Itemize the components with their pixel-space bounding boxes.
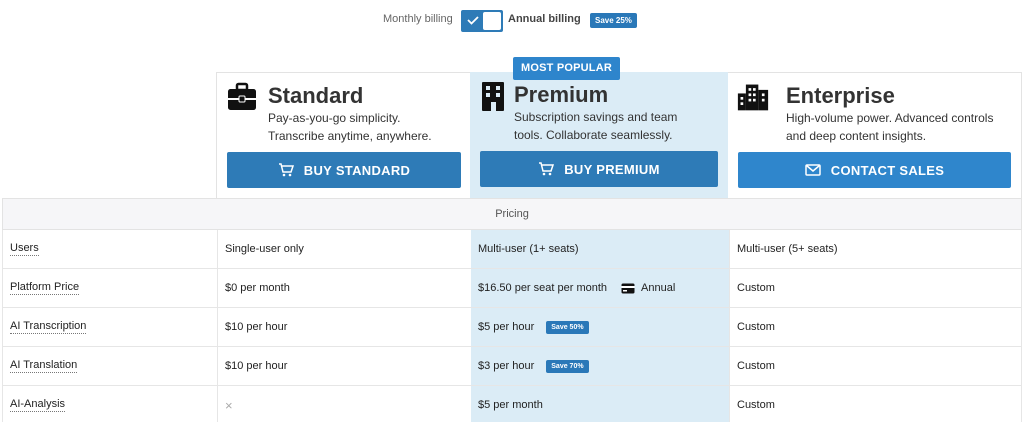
plan-description-line: Pay-as-you-go simplicity.	[268, 109, 432, 127]
plan-premium: Premium Subscription savings and team to…	[470, 72, 728, 198]
city-icon	[737, 81, 769, 113]
row-label[interactable]: Platform Price	[10, 269, 217, 307]
plan-description-line: Transcribe anytime, anywhere.	[268, 127, 432, 145]
pricing-section-header: Pricing	[2, 198, 1022, 230]
standard-value: $0 per month	[217, 269, 471, 307]
check-icon	[466, 13, 480, 27]
cross-icon: ×	[225, 398, 233, 413]
enterprise-value: Custom	[729, 269, 1023, 307]
plan-standard: Standard Pay-as-you-go simplicity. Trans…	[216, 72, 470, 198]
table-row: AI Translation $10 per hour $3 per hour …	[2, 347, 1022, 386]
premium-value-text: $5 per hour	[478, 321, 534, 333]
enterprise-value: Custom	[729, 347, 1023, 385]
premium-value: $16.50 per seat per month Annual	[471, 269, 729, 307]
enterprise-value: Multi-user (5+ seats)	[729, 230, 1023, 268]
save-badge: Save 70%	[546, 360, 588, 373]
row-label-text: Users	[10, 242, 39, 256]
toggle-knob	[483, 12, 501, 30]
most-popular-badge: MOST POPULAR	[513, 57, 620, 80]
briefcase-icon	[226, 81, 258, 113]
standard-value: $10 per hour	[217, 347, 471, 385]
standard-value: ×	[217, 386, 471, 422]
plan-description-line: High-volume power. Advanced controls	[786, 109, 993, 127]
premium-value: $5 per hour Save 50%	[471, 308, 729, 346]
button-label: CONTACT SALES	[831, 163, 944, 178]
enterprise-value: Custom	[729, 386, 1023, 422]
plan-name: Premium	[514, 82, 608, 108]
billing-toggle-bar: Monthly billing Annual billing Save 25%	[0, 10, 1024, 32]
row-label-text: AI-Analysis	[10, 398, 65, 412]
billing-toggle-switch[interactable]	[461, 10, 503, 32]
premium-value: $3 per hour Save 70%	[471, 347, 729, 385]
save-badge: Save 25%	[590, 13, 637, 28]
cart-icon	[278, 163, 294, 177]
row-label[interactable]: AI-Analysis	[10, 386, 217, 422]
row-label-text: Platform Price	[10, 281, 79, 295]
save-badge: Save 50%	[546, 321, 588, 334]
plan-description: Pay-as-you-go simplicity. Transcribe any…	[268, 109, 432, 145]
plan-description-line: tools. Collaborate seamlessly.	[514, 126, 677, 144]
button-label: BUY STANDARD	[304, 163, 410, 178]
plan-name: Enterprise	[786, 83, 895, 109]
plan-name: Standard	[268, 83, 363, 109]
table-row: Platform Price $0 per month $16.50 per s…	[2, 269, 1022, 308]
row-label[interactable]: AI Translation	[10, 347, 217, 385]
table-row: Users Single-user only Multi-user (1+ se…	[2, 230, 1022, 269]
mail-icon	[805, 164, 821, 176]
contact-sales-button[interactable]: CONTACT SALES	[738, 152, 1011, 188]
table-row: AI-Analysis × $5 per month Custom	[2, 386, 1022, 422]
plan-description: Subscription savings and team tools. Col…	[514, 108, 677, 144]
premium-value-text: $3 per hour	[478, 360, 534, 372]
plan-description-line: Subscription savings and team	[514, 108, 677, 126]
plan-description-line: and deep content insights.	[786, 127, 993, 145]
credit-card-icon	[621, 283, 635, 294]
enterprise-value: Custom	[729, 308, 1023, 346]
table-row: AI Transcription $10 per hour $5 per hou…	[2, 308, 1022, 347]
row-label-text: AI Transcription	[10, 320, 86, 334]
premium-value: $5 per month	[471, 386, 729, 422]
buy-premium-button[interactable]: BUY PREMIUM	[480, 151, 718, 187]
plan-enterprise: Enterprise High-volume power. Advanced c…	[728, 72, 1022, 198]
row-label[interactable]: AI Transcription	[10, 308, 217, 346]
buy-standard-button[interactable]: BUY STANDARD	[227, 152, 461, 188]
button-label: BUY PREMIUM	[564, 162, 660, 177]
row-label-text: AI Translation	[10, 359, 77, 373]
cart-icon	[538, 162, 554, 176]
standard-value: $10 per hour	[217, 308, 471, 346]
annual-note: Annual	[641, 282, 675, 294]
premium-value: Multi-user (1+ seats)	[471, 230, 729, 268]
row-label[interactable]: Users	[10, 230, 217, 268]
premium-value-text: $16.50 per seat per month	[478, 282, 607, 294]
standard-value: Single-user only	[217, 230, 471, 268]
plan-description: High-volume power. Advanced controls and…	[786, 109, 993, 145]
monthly-billing-label[interactable]: Monthly billing	[383, 13, 453, 25]
annual-billing-label[interactable]: Annual billing	[508, 13, 581, 25]
building-icon	[478, 80, 510, 112]
